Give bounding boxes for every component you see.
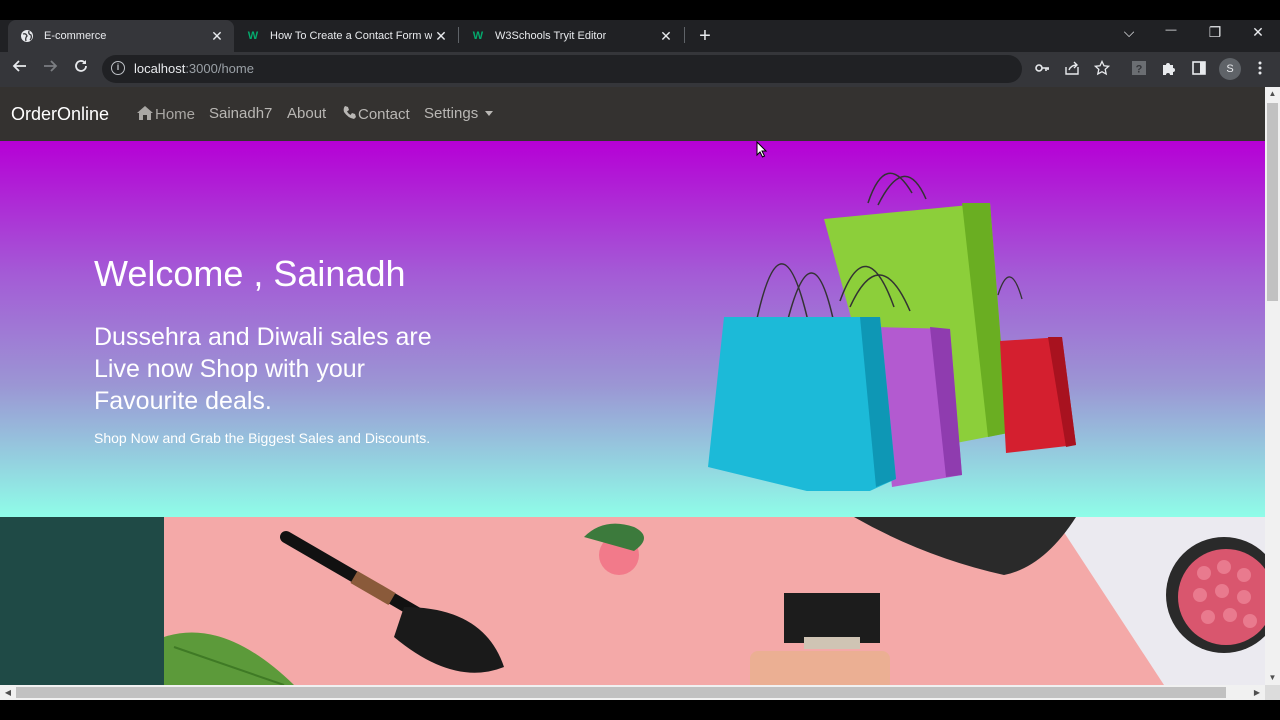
star-icon[interactable] <box>1093 59 1111 78</box>
close-window-button[interactable]: ✕ <box>1248 24 1268 41</box>
tab-close-icon[interactable]: ✕ <box>210 28 224 45</box>
scroll-up-icon[interactable]: ▲ <box>1265 87 1280 101</box>
vertical-scrollbar[interactable]: ▲ ▼ <box>1265 87 1280 685</box>
url-host: localhost <box>134 61 186 76</box>
side-panel-icon[interactable] <box>1190 60 1208 78</box>
page-viewport: OrderOnline Home Sainadh7 About Contact … <box>0 87 1265 685</box>
tab-separator <box>684 27 685 43</box>
svg-text:?: ? <box>1136 64 1143 76</box>
screen-bottom-border <box>0 700 1280 720</box>
tab-title: W3Schools Tryit Editor <box>495 30 607 42</box>
share-icon[interactable] <box>1063 60 1081 78</box>
cosmetics-banner-image <box>164 517 1265 685</box>
scroll-left-icon[interactable]: ◀ <box>1 685 15 700</box>
browser-tab-strip: E-commerce ✕ W How To Create a Contact F… <box>0 20 1280 52</box>
tab-ecommerce[interactable]: E-commerce ✕ <box>8 20 234 52</box>
tab-close-icon[interactable]: ✕ <box>659 28 673 45</box>
hero-tagline: Shop Now and Grab the Biggest Sales and … <box>94 430 431 446</box>
scroll-right-icon[interactable]: ▶ <box>1250 685 1264 700</box>
scrollbar-corner <box>1265 685 1280 700</box>
phone-icon <box>342 105 357 124</box>
hero-section: Welcome , Sainadh Dussehra and Diwali sa… <box>0 141 1265 517</box>
key-icon[interactable] <box>1033 60 1051 78</box>
tab-tryit-editor[interactable]: W W3Schools Tryit Editor ✕ <box>459 20 683 52</box>
site-navbar: OrderOnline Home Sainadh7 About Contact … <box>0 87 1265 141</box>
tab-close-icon[interactable]: ✕ <box>434 28 448 45</box>
w3schools-icon: W <box>472 30 484 42</box>
extension-question-icon[interactable]: ? <box>1130 60 1148 78</box>
tab-title: How To Create a Contact Form with <box>270 30 432 42</box>
site-info-icon[interactable]: i <box>111 61 125 75</box>
screen-top-border <box>0 0 1280 20</box>
new-tab-button[interactable]: + <box>695 24 715 48</box>
w3schools-icon: W <box>247 30 259 42</box>
forward-arrow-icon[interactable] <box>39 58 61 80</box>
carousel-banner <box>0 517 1265 685</box>
hero-title: Welcome , Sainadh <box>94 253 406 294</box>
nav-contact-label: Contact <box>358 106 410 123</box>
nav-home[interactable]: Home <box>136 105 195 124</box>
horizontal-scrollbar[interactable]: ◀ ▶ <box>0 685 1265 700</box>
url-path: :3000/home <box>185 61 254 76</box>
brand-logo[interactable]: OrderOnline <box>11 104 109 125</box>
minimize-button[interactable]: — <box>1161 24 1181 36</box>
tab-search-chevron-icon[interactable]: ⌵ <box>1119 24 1139 41</box>
reload-icon[interactable] <box>70 58 92 80</box>
nav-settings-label: Settings <box>424 105 479 122</box>
nav-home-label: Home <box>155 106 196 123</box>
mouse-cursor-icon <box>756 141 768 158</box>
restore-button[interactable]: ❐ <box>1205 24 1225 41</box>
caret-down-icon <box>485 111 494 116</box>
profile-icon[interactable]: S <box>1219 58 1241 80</box>
nav-about[interactable]: About <box>287 105 326 122</box>
tab-title: E-commerce <box>44 30 107 42</box>
banner-side-panel <box>0 517 164 685</box>
home-icon <box>136 105 154 124</box>
scroll-down-icon[interactable]: ▼ <box>1265 671 1280 685</box>
horizontal-scroll-thumb[interactable] <box>16 687 1226 698</box>
hero-subtitle: Dussehra and Diwali sales are Live now S… <box>94 323 432 415</box>
url-text[interactable]: localhost:3000/home <box>134 61 254 76</box>
nav-user[interactable]: Sainadh7 <box>209 105 272 122</box>
nav-contact[interactable]: Contact <box>342 105 410 124</box>
globe-icon <box>20 29 34 43</box>
tab-contact-form[interactable]: W How To Create a Contact Form with ✕ <box>234 20 458 52</box>
more-menu-icon[interactable] <box>1251 60 1269 78</box>
back-arrow-icon[interactable] <box>9 58 31 80</box>
puzzle-icon[interactable] <box>1160 60 1178 78</box>
shopping-bags-illustration <box>708 172 1076 491</box>
nav-settings-dropdown[interactable]: Settings <box>424 105 494 122</box>
vertical-scroll-thumb[interactable] <box>1267 103 1278 301</box>
